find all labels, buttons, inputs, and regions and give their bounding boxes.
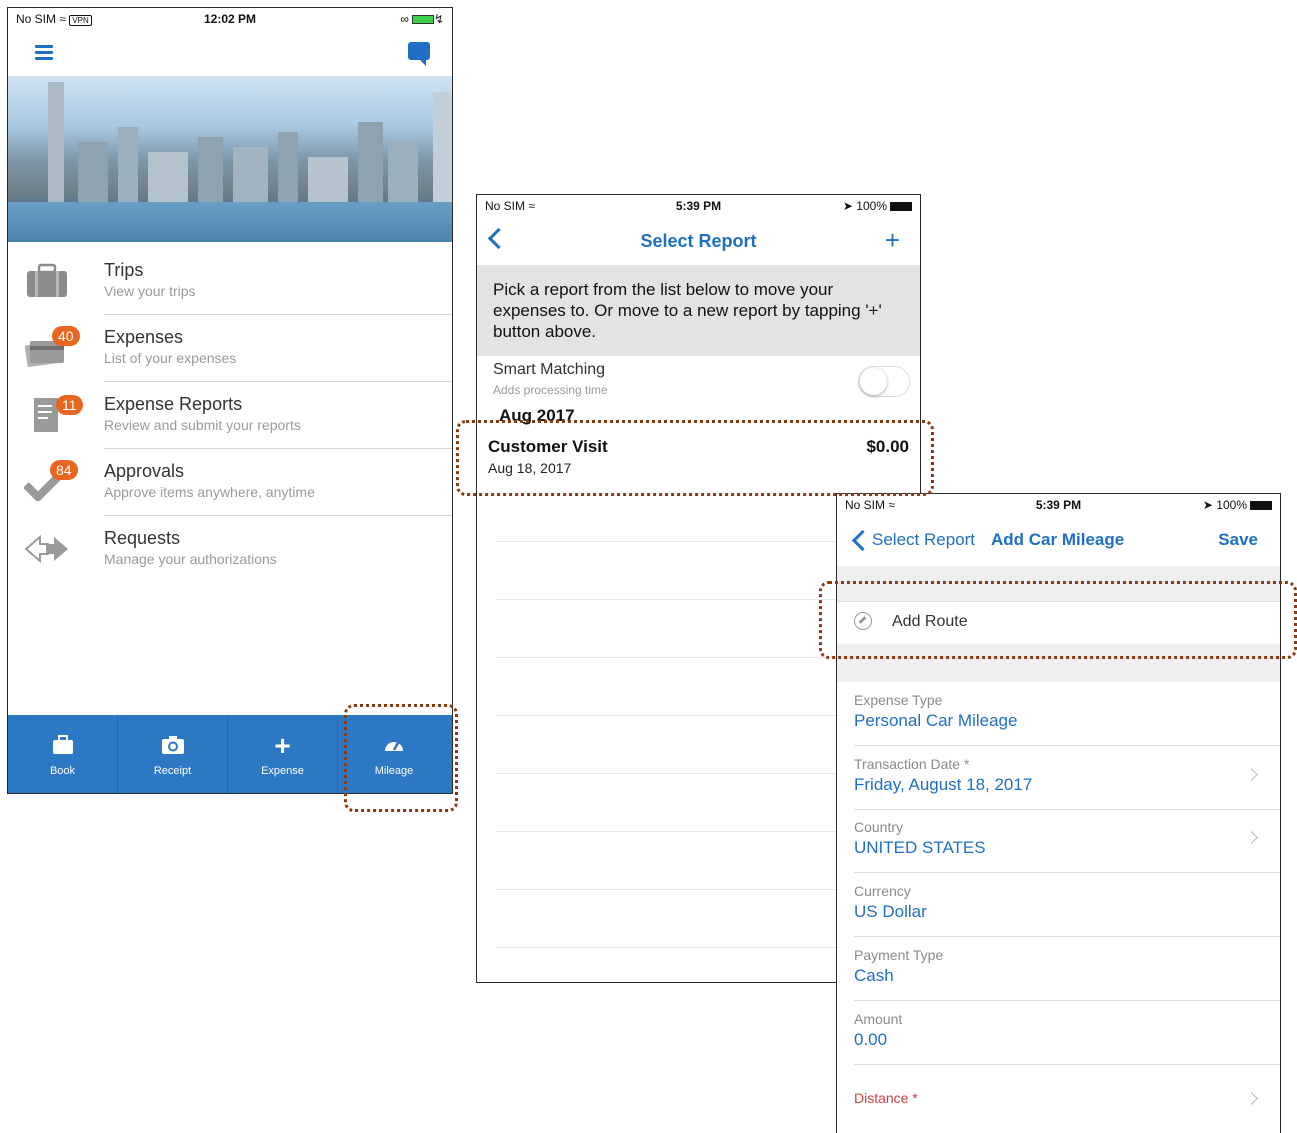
approvals-badge: 84	[50, 460, 78, 480]
home-screen: No SIM ≈ VPN 12:02 PM ∞ ↯ Trips View your…	[7, 7, 453, 794]
menu-item-expenses[interactable]: 40 Expenses List of your expenses	[8, 315, 452, 382]
chevron-right-icon	[1245, 1092, 1258, 1105]
smart-matching-toggle[interactable]	[858, 366, 910, 397]
menu-subtitle: Review and submit your reports	[104, 417, 301, 433]
menu-subtitle: View your trips	[104, 283, 196, 299]
location-icon: ➤	[842, 199, 853, 213]
menu-item-expense-reports[interactable]: 11 Expense Reports Review and submit you…	[8, 382, 452, 449]
field-value: Friday, August 18, 2017	[854, 775, 1033, 794]
plus-icon: +	[274, 730, 291, 761]
add-report-button[interactable]: +	[885, 225, 900, 256]
camera-icon	[118, 735, 227, 757]
tab-expense[interactable]: + Expense	[228, 715, 338, 793]
chat-icon[interactable]	[408, 42, 430, 66]
highlight-add-route	[819, 581, 1297, 659]
menu-title: Trips	[104, 260, 144, 280]
field-country[interactable]: Country UNITED STATES	[837, 809, 1280, 873]
tab-label: Book	[49, 765, 76, 777]
status-bar: No SIM ≈ 5:39 PM ➤ 100%	[837, 494, 1280, 516]
field-value: UNITED STATES	[854, 838, 986, 857]
tab-label: Receipt	[153, 765, 192, 777]
back-button[interactable]: Select Report	[872, 530, 975, 550]
field-value: US Dollar	[854, 902, 927, 921]
smart-matching-label: Smart Matching	[493, 361, 606, 378]
battery-percent: 100%	[1216, 498, 1247, 512]
location-icon: ➤	[1202, 498, 1213, 512]
field-value: Personal Car Mileage	[854, 711, 1018, 730]
smart-matching-sublabel: Adds processing time	[493, 383, 608, 397]
status-bar: No SIM ≈ VPN 12:02 PM ∞ ↯	[8, 8, 452, 30]
menu-item-requests[interactable]: Requests Manage your authorizations	[8, 516, 452, 583]
field-label: Country	[854, 819, 904, 835]
menu-item-trips[interactable]: Trips View your trips	[8, 248, 452, 315]
city-banner-image	[8, 76, 452, 242]
menu-icon[interactable]	[35, 45, 53, 60]
field-label: Transaction Date *	[854, 756, 970, 772]
tab-label: Expense	[261, 765, 304, 777]
field-label: Expense Type	[854, 692, 943, 708]
menu-subtitle: Manage your authorizations	[104, 551, 277, 567]
page-title: Add Car Mileage	[991, 530, 1125, 549]
menu-subtitle: Approve items anywhere, anytime	[104, 484, 315, 500]
nav-bar: Select Report Add Car Mileage Save	[837, 516, 1280, 566]
chevron-right-icon	[1245, 831, 1258, 844]
field-value: Cash	[854, 966, 894, 985]
reports-badge: 11	[56, 395, 83, 415]
field-transaction-date[interactable]: Transaction Date * Friday, August 18, 20…	[837, 746, 1280, 810]
page-title: Select Report	[640, 231, 757, 251]
charging-icon: ↯	[433, 12, 444, 26]
field-expense-type[interactable]: Expense Type Personal Car Mileage	[837, 682, 1280, 746]
field-value: 0.00	[854, 1030, 888, 1049]
back-chevron-icon[interactable]	[851, 529, 874, 552]
tab-book[interactable]: Book	[8, 715, 118, 793]
instructions-text: Pick a report from the list below to mov…	[477, 265, 920, 356]
field-label: Payment Type	[854, 947, 944, 963]
highlight-report-row	[456, 420, 934, 496]
battery-icon	[1250, 501, 1272, 510]
chevron-right-icon	[1245, 768, 1258, 781]
battery-icon	[890, 202, 912, 211]
battery-percent: 100%	[856, 199, 887, 213]
save-button[interactable]: Save	[1218, 530, 1258, 550]
field-label: Currency	[854, 883, 911, 899]
menu-subtitle: List of your expenses	[104, 350, 237, 366]
status-bar: No SIM ≈ 5:39 PM ➤ 100%	[477, 195, 920, 217]
menu-title: Approvals	[104, 461, 185, 481]
field-currency[interactable]: Currency US Dollar	[837, 873, 1280, 937]
field-distance[interactable]: Distance *	[837, 1065, 1280, 1129]
field-payment-type[interactable]: Payment Type Cash	[837, 937, 1280, 1001]
menu-title: Expense Reports	[104, 394, 243, 414]
field-label: Distance *	[854, 1090, 918, 1106]
field-label: Amount	[854, 1011, 903, 1027]
battery-icon	[411, 15, 434, 24]
top-nav	[8, 30, 452, 76]
status-time: 12:02 PM	[203, 12, 257, 26]
arrows-icon	[24, 530, 70, 568]
suitcase-icon	[8, 735, 117, 757]
menu-item-approvals[interactable]: 84 Approvals Approve items anywhere, any…	[8, 449, 452, 516]
menu-title: Requests	[104, 528, 181, 548]
smart-matching-row: Smart Matching Adds processing time	[477, 356, 920, 406]
menu-title: Expenses	[104, 327, 184, 347]
highlight-mileage-tab	[344, 704, 458, 812]
suitcase-icon	[24, 262, 70, 300]
bluetooth-icon: ∞	[400, 12, 409, 26]
tab-receipt[interactable]: Receipt	[118, 715, 228, 793]
field-amount[interactable]: Amount 0.00	[837, 1001, 1280, 1065]
expenses-badge: 40	[52, 326, 80, 346]
nav-bar: Select Report +	[477, 217, 920, 265]
